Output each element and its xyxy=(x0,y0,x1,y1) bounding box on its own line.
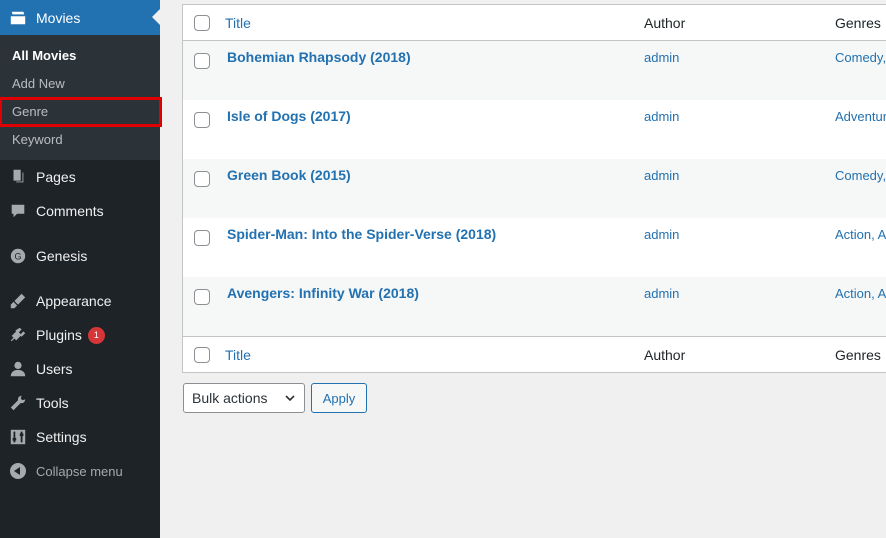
svg-text:G: G xyxy=(14,252,21,262)
genres-links[interactable]: Action, A xyxy=(835,286,886,301)
movies-list-table: Title Author Genres Bohemian Rhapsody (2… xyxy=(182,4,886,373)
menu-pages-label: Pages xyxy=(36,169,76,185)
menu-genesis[interactable]: G Genesis xyxy=(0,239,160,273)
menu-tools-label: Tools xyxy=(36,395,69,411)
column-author: Author xyxy=(644,15,686,31)
submenu-all-movies[interactable]: All Movies xyxy=(0,42,160,70)
row-checkbox[interactable] xyxy=(194,289,210,305)
current-menu-arrow xyxy=(152,9,160,25)
movies-icon xyxy=(8,8,28,28)
movie-title-link[interactable]: Isle of Dogs (2017) xyxy=(227,108,351,124)
row-checkbox[interactable] xyxy=(194,53,210,69)
author-link[interactable]: admin xyxy=(644,227,679,242)
menu-settings[interactable]: Settings xyxy=(0,420,160,454)
menu-users-label: Users xyxy=(36,361,73,377)
genesis-icon: G xyxy=(8,246,28,266)
movies-submenu: All Movies Add New Genre Keyword xyxy=(0,35,162,160)
submenu-add-new[interactable]: Add New xyxy=(0,70,160,98)
bulk-actions-value: Bulk actions xyxy=(192,390,268,406)
column-title-sort[interactable]: Title xyxy=(225,15,251,31)
bulk-actions-select[interactable]: Bulk actions xyxy=(183,383,305,413)
genres-links[interactable]: Adventur xyxy=(835,109,886,124)
table-row: Avengers: Infinity War (2018) admin Acti… xyxy=(183,277,886,336)
settings-sliders-icon xyxy=(8,427,28,447)
table-footer-row: Title Author Genres xyxy=(183,336,886,372)
column-title-sort-footer[interactable]: Title xyxy=(225,347,251,363)
menu-tools[interactable]: Tools xyxy=(0,386,160,420)
movie-title-link[interactable]: Bohemian Rhapsody (2018) xyxy=(227,49,411,65)
movie-title-link[interactable]: Green Book (2015) xyxy=(227,167,351,183)
menu-comments-label: Comments xyxy=(36,203,104,219)
chevron-down-icon xyxy=(285,395,295,402)
movie-title-link[interactable]: Avengers: Infinity War (2018) xyxy=(227,285,419,301)
menu-settings-label: Settings xyxy=(36,429,87,445)
collapse-menu-button[interactable]: Collapse menu xyxy=(0,454,160,488)
menu-movies-label: Movies xyxy=(36,9,81,26)
plugins-update-badge: 1 xyxy=(87,326,105,344)
wrench-icon xyxy=(8,393,28,413)
apply-button[interactable]: Apply xyxy=(311,383,367,413)
menu-appearance[interactable]: Appearance xyxy=(0,284,160,318)
movie-title-link[interactable]: Spider-Man: Into the Spider-Verse (2018) xyxy=(227,226,496,242)
genres-links[interactable]: Action, A xyxy=(835,227,886,242)
row-checkbox[interactable] xyxy=(194,171,210,187)
menu-movies[interactable]: Movies xyxy=(0,0,160,35)
menu-plugins-label: Plugins xyxy=(36,327,82,343)
table-row: Green Book (2015) admin Comedy, xyxy=(183,159,886,218)
author-link[interactable]: admin xyxy=(644,168,679,183)
collapse-icon xyxy=(8,461,28,481)
row-checkbox[interactable] xyxy=(194,230,210,246)
admin-sidebar: Movies All Movies Add New Genre Keyword … xyxy=(0,0,162,538)
author-link[interactable]: admin xyxy=(644,109,679,124)
table-row: Bohemian Rhapsody (2018) admin Comedy, xyxy=(183,41,886,100)
menu-comments[interactable]: Comments xyxy=(0,194,160,228)
genres-links[interactable]: Comedy, xyxy=(835,50,886,65)
submenu-genre[interactable]: Genre xyxy=(0,97,162,127)
menu-pages[interactable]: Pages xyxy=(0,160,160,194)
pages-icon xyxy=(8,167,28,187)
users-icon xyxy=(8,359,28,379)
table-row: Spider-Man: Into the Spider-Verse (2018)… xyxy=(183,218,886,277)
column-genres-footer: Genres xyxy=(835,347,881,363)
submenu-keyword[interactable]: Keyword xyxy=(0,126,160,154)
table-header-row: Title Author Genres xyxy=(183,5,886,41)
menu-users[interactable]: Users xyxy=(0,352,160,386)
select-all-checkbox[interactable] xyxy=(194,15,210,31)
plug-icon xyxy=(8,325,28,345)
author-link[interactable]: admin xyxy=(644,50,679,65)
menu-plugins[interactable]: Plugins 1 xyxy=(0,318,160,352)
table-row: Isle of Dogs (2017) admin Adventur xyxy=(183,100,886,159)
author-link[interactable]: admin xyxy=(644,286,679,301)
menu-appearance-label: Appearance xyxy=(36,293,112,309)
genres-links[interactable]: Comedy, xyxy=(835,168,886,183)
paintbrush-icon xyxy=(8,291,28,311)
column-genres: Genres xyxy=(835,15,881,31)
menu-genesis-label: Genesis xyxy=(36,248,88,264)
comments-icon xyxy=(8,201,28,221)
row-checkbox[interactable] xyxy=(194,112,210,128)
column-author-footer: Author xyxy=(644,347,686,363)
collapse-menu-label: Collapse menu xyxy=(36,463,123,479)
select-all-checkbox-footer[interactable] xyxy=(194,347,210,363)
